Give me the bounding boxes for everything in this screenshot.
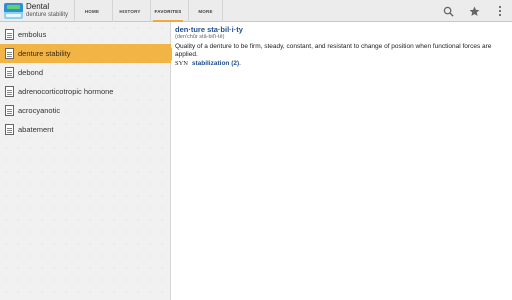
list-item-label: denture stability — [18, 49, 71, 58]
list-item[interactable]: embolus — [0, 25, 171, 44]
synonym-link[interactable]: stabilization (2) — [192, 60, 239, 67]
tab-home[interactable]: HOME — [74, 0, 109, 22]
list-item[interactable]: acrocyanotic — [0, 101, 171, 120]
entry-pronunciation: (den'chŭr stă-bil'i-tē) — [175, 34, 225, 40]
favorites-list: embolus denture stability debond adrenoc… — [0, 22, 177, 300]
tab-history[interactable]: HISTORY — [112, 0, 147, 22]
app-subtitle: denture stability — [26, 12, 69, 18]
document-icon — [5, 105, 14, 116]
search-button[interactable] — [440, 3, 456, 19]
document-icon — [5, 86, 14, 97]
entry-definition: Quality of a denture to be firm, steady,… — [175, 43, 492, 58]
overflow-menu-button[interactable] — [492, 3, 508, 19]
list-item-label: debond — [18, 68, 44, 77]
list-item-label: adrenocorticotropic hormone — [18, 87, 114, 96]
document-icon — [5, 67, 14, 78]
search-icon — [443, 6, 454, 17]
entry-headword: den·ture sta·bil·i·ty — [175, 25, 243, 34]
list-item-selected[interactable]: denture stability — [0, 44, 177, 63]
list-item-label: acrocyanotic — [18, 106, 61, 115]
list-item[interactable]: adrenocorticotropic hormone — [0, 82, 171, 101]
favorite-button[interactable] — [466, 3, 482, 19]
document-icon — [5, 29, 14, 40]
entry-synonym: SYN stabilization (2). — [175, 60, 241, 67]
entry-detail-pane: den·ture sta·bil·i·ty (den'chŭr stă-bil'… — [172, 22, 512, 300]
app-logo-icon[interactable] — [4, 3, 23, 19]
list-item[interactable]: debond — [0, 63, 171, 82]
star-icon — [469, 6, 479, 16]
app-title: Dental — [26, 2, 50, 11]
document-icon — [5, 124, 14, 135]
synonym-label: SYN — [175, 60, 189, 67]
tab-favorites[interactable]: FAVORITES — [150, 0, 185, 22]
document-icon — [5, 48, 14, 59]
list-item-label: embolus — [18, 30, 47, 39]
more-vert-icon — [498, 5, 502, 17]
list-item-label: abatement — [18, 125, 54, 134]
tab-more[interactable]: MORE — [188, 0, 223, 22]
list-item[interactable]: abatement — [0, 120, 171, 139]
synonym-tail: . — [239, 60, 241, 67]
action-bar: Dental denture stability HOME HISTORY FA… — [0, 0, 512, 22]
